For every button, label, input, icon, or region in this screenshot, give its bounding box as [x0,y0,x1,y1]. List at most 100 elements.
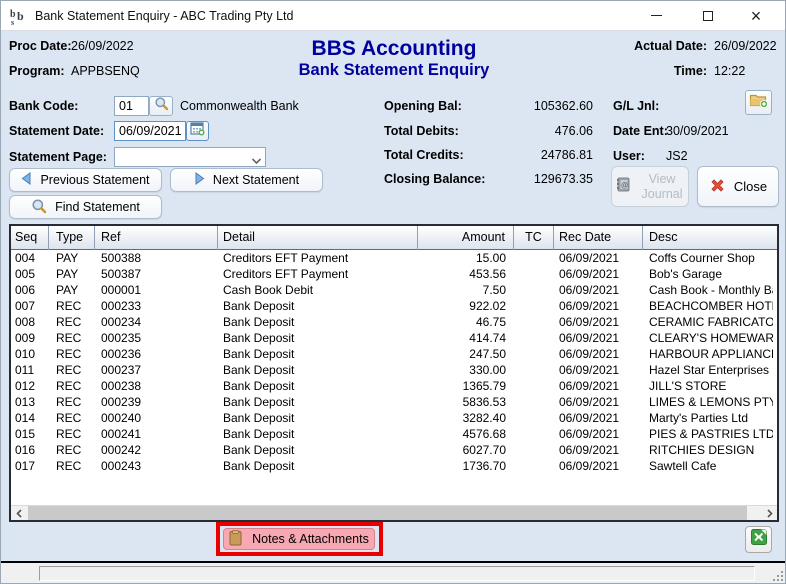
minimize-button[interactable] [631,1,681,31]
notes-attachments-button[interactable]: Notes & Attachments [223,528,375,550]
close-window-button[interactable]: × [731,1,781,31]
cell-detail: Bank Deposit [223,331,295,345]
column-header-tc: TC [514,226,554,250]
cell-rec_date: 06/09/2021 [559,363,620,377]
cell-type: REC [56,379,82,393]
cell-type: REC [56,411,82,425]
horizontal-scrollbar[interactable] [11,505,777,520]
cell-rec_date: 06/09/2021 [559,315,620,329]
gl-jnl-open-button[interactable] [745,90,772,115]
scroll-left-icon[interactable] [11,506,27,520]
table-row[interactable]: 013 REC 000239 Bank Deposit 5836.53 06/09/202… [11,394,777,410]
close-button[interactable]: Close [697,166,779,207]
table-row[interactable]: 005 PAY 500387 Creditors EFT Payment 453.56 0… [11,266,777,282]
cell-ref: 000242 [101,443,142,457]
red-x-icon [709,177,726,197]
table-row[interactable]: 012 REC 000238 Bank Deposit 1365.79 06/09/202… [11,378,777,394]
cell-detail: Bank Deposit [223,427,295,441]
cell-tc [514,250,554,266]
scrollbar-thumb[interactable] [28,506,747,520]
cell-detail: Creditors EFT Payment [223,267,349,281]
cell-desc: Marty's Parties Ltd [649,411,748,425]
cell-desc: CERAMIC FABRICATORS [649,315,773,329]
next-statement-label: Next Statement [212,173,300,187]
cell-type: REC [56,395,82,409]
cell-rec_date: 06/09/2021 [559,283,620,297]
cell-tc [514,442,554,458]
date-ent-value: 30/09/2021 [666,124,729,138]
table-row[interactable]: 015 REC 000241 Bank Deposit 4576.68 06/09/202… [11,426,777,442]
next-statement-button[interactable]: Next Statement [170,168,323,192]
statement-date-input[interactable] [114,121,186,141]
cell-ref: 000234 [101,315,142,329]
cell-seq: 015 [15,427,36,441]
cell-desc: Coffs Courner Shop [649,251,755,265]
user-value: JS2 [666,149,688,163]
bank-name-value: Commonwealth Bank [180,99,299,113]
table-row[interactable]: 008 REC 000234 Bank Deposit 46.75 06/09/2021 C… [11,314,777,330]
table-row[interactable]: 009 REC 000235 Bank Deposit 414.74 06/09/2021… [11,330,777,346]
cell-type: REC [56,299,82,313]
table-row[interactable]: 010 REC 000236 Bank Deposit 247.50 06/09/2021… [11,346,777,362]
table-row[interactable]: 016 REC 000242 Bank Deposit 6027.70 06/09/202… [11,442,777,458]
cell-amount: 5836.53 [462,395,506,409]
view-journal-label: View Journal [641,171,683,201]
opening-bal-value: 105362.60 [533,99,593,113]
column-header-detail: Detail [218,226,418,250]
view-journal-button[interactable]: @ View Journal [611,166,689,207]
statement-page-select[interactable] [114,147,266,167]
cell-tc [514,394,554,410]
cell-detail: Bank Deposit [223,299,295,313]
closing-balance-value: 129673.35 [533,172,593,186]
titlebar[interactable]: b b s Bank Statement Enquiry - ABC Tradi… [1,1,785,31]
cell-tc [514,298,554,314]
magnifier-icon [154,96,169,116]
proc-date-value: 26/09/2022 [71,39,134,53]
client-area: Proc Date: 26/09/2022 Program: APPBSENQ … [1,31,785,561]
bank-code-input[interactable] [114,96,149,116]
bank-code-lookup-button[interactable] [149,96,173,116]
cell-detail: Bank Deposit [223,363,295,377]
maximize-button[interactable] [683,1,733,31]
scroll-right-icon[interactable] [761,506,777,520]
cell-rec_date: 06/09/2021 [559,251,620,265]
cell-rec_date: 06/09/2021 [559,267,620,281]
cell-tc [514,282,554,298]
cell-amount: 7.50 [482,283,506,297]
cell-detail: Bank Deposit [223,395,295,409]
find-statement-button[interactable]: Find Statement [9,195,162,219]
cell-type: REC [56,459,82,473]
cell-tc [514,378,554,394]
cell-ref: 500388 [101,251,142,265]
time-label: Time: [673,64,707,78]
svg-text:s: s [11,18,14,26]
cell-detail: Bank Deposit [223,315,295,329]
cell-detail: Bank Deposit [223,411,295,425]
table-row[interactable]: 017 REC 000243 Bank Deposit 1736.70 06/09/202… [11,458,777,474]
resize-grip[interactable] [771,569,783,581]
table-row[interactable]: 004 PAY 500388 Creditors EFT Payment 15.00 06… [11,250,777,266]
cell-amount: 247.50 [469,347,506,361]
cell-desc: PIES & PASTRIES LTD [649,427,773,441]
actual-date-value: 26/09/2022 [714,39,777,53]
statement-date-picker-button[interactable] [186,121,209,141]
cell-seq: 009 [15,331,36,345]
program-value: APPBSENQ [71,64,140,78]
maximize-icon [703,10,713,21]
close-label: Close [733,179,768,194]
cell-seq: 004 [15,251,36,265]
user-label: User: [613,149,645,163]
find-statement-label: Find Statement [55,200,140,214]
cell-seq: 006 [15,283,36,297]
column-header-rec-date: Rec Date [554,226,643,250]
table-row[interactable]: 011 REC 000237 Bank Deposit 330.00 06/09/2021… [11,362,777,378]
cell-seq: 012 [15,379,36,393]
table-row[interactable]: 014 REC 000240 Bank Deposit 3282.40 06/09/202… [11,410,777,426]
cell-seq: 008 [15,315,36,329]
export-excel-button[interactable] [745,526,772,553]
table-row[interactable]: 006 PAY 000001 Cash Book Debit 7.50 06/09/202… [11,282,777,298]
cell-tc [514,330,554,346]
table-row[interactable]: 007 REC 000233 Bank Deposit 922.02 06/09/2021… [11,298,777,314]
total-debits-value: 476.06 [554,124,593,138]
previous-statement-button[interactable]: Previous Statement [9,168,162,192]
